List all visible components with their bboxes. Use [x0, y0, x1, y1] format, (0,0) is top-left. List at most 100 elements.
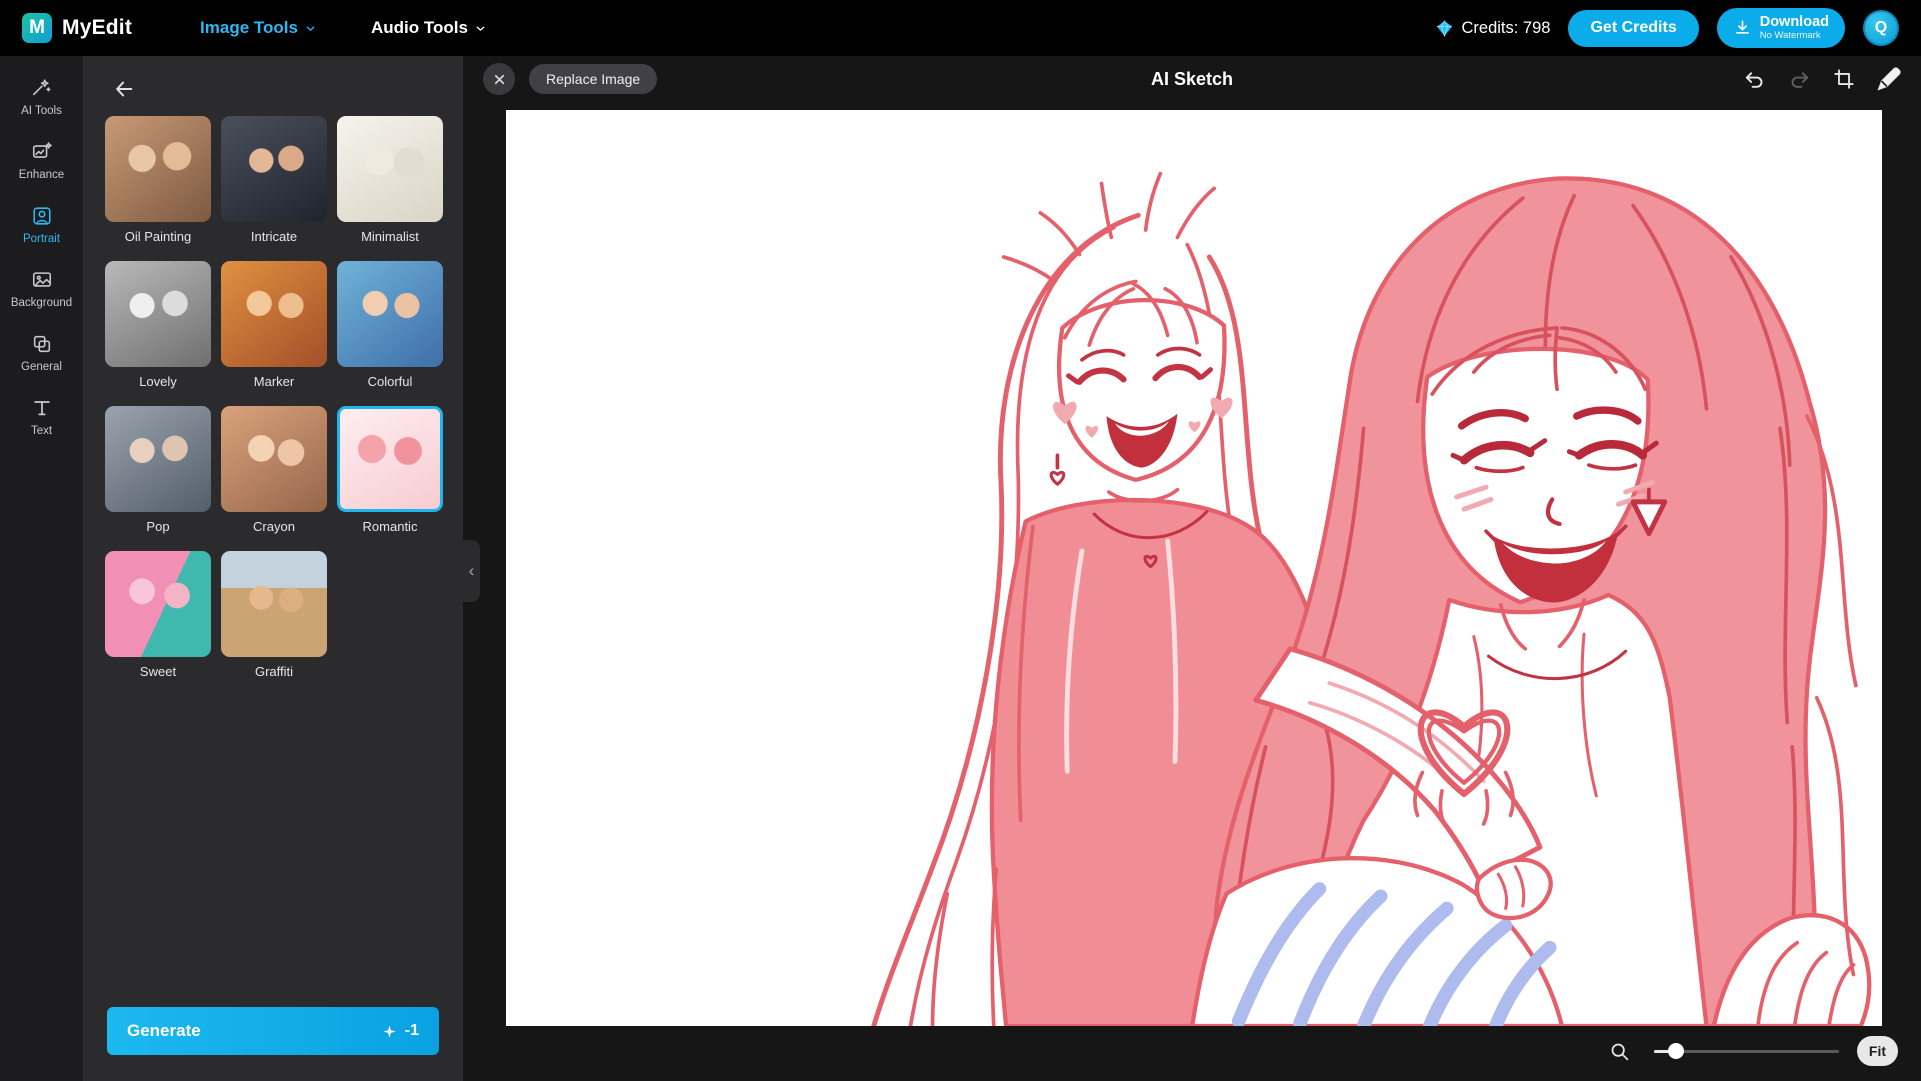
sidebar-item-label: AI Tools [21, 105, 62, 117]
sidebar-item-label: Enhance [19, 169, 64, 181]
style-label: Minimalist [361, 229, 419, 244]
generate-button[interactable]: Generate -1 [107, 1007, 439, 1055]
sidebar-item-label: Portrait [23, 233, 60, 245]
style-label: Lovely [139, 374, 177, 389]
chevron-down-icon [474, 22, 487, 35]
pen-tool-button[interactable] [1873, 63, 1905, 95]
sidebar-item-text[interactable]: Text [5, 388, 79, 444]
style-label: Marker [254, 374, 294, 389]
style-thumbnail [105, 261, 211, 367]
style-label: Intricate [251, 229, 297, 244]
nav-image-tools-label: Image Tools [200, 18, 298, 38]
style-label: Crayon [253, 519, 295, 534]
style-thumbnail [221, 406, 327, 512]
style-thumbnail [221, 261, 327, 367]
back-arrow-icon [113, 78, 135, 100]
generate-cost: -1 [405, 1022, 419, 1040]
style-thumbnail [105, 551, 211, 657]
canvas-toolbar [1738, 63, 1905, 95]
style-label: Sweet [140, 664, 176, 679]
styles-panel: Oil Painting Intricate Minimalist Lovely… [83, 56, 463, 1081]
style-option-graffiti[interactable]: Graffiti [221, 551, 327, 679]
style-option-marker[interactable]: Marker [221, 261, 327, 389]
style-option-intricate[interactable]: Intricate [221, 116, 327, 244]
style-thumbnail [337, 261, 443, 367]
brand-name: MyEdit [62, 16, 132, 40]
sparkle-icon [382, 1024, 397, 1039]
style-grid: Oil Painting Intricate Minimalist Lovely… [105, 116, 443, 679]
collapse-panel-handle[interactable]: ‹ [463, 540, 480, 602]
download-icon [1733, 19, 1752, 38]
credits-gem-icon [1435, 19, 1454, 38]
style-label: Oil Painting [125, 229, 191, 244]
style-thumbnail-selected [337, 406, 443, 512]
undo-icon [1743, 68, 1766, 91]
style-thumbnail [221, 551, 327, 657]
download-label: Download [1760, 15, 1829, 31]
sidebar-item-ai-tools[interactable]: AI Tools [5, 68, 79, 124]
style-label: Romantic [363, 519, 418, 534]
image-stage [506, 110, 1882, 1026]
zoom-search-button[interactable] [1604, 1035, 1636, 1067]
download-sublabel: No Watermark [1760, 31, 1821, 41]
zoom-slider-knob[interactable] [1668, 1043, 1684, 1059]
download-button[interactable]: Download No Watermark [1717, 8, 1845, 48]
style-option-romantic[interactable]: Romantic [337, 406, 443, 534]
style-thumbnail [105, 406, 211, 512]
style-option-oil-painting[interactable]: Oil Painting [105, 116, 211, 244]
text-icon [31, 397, 53, 419]
zoom-bar: Fit [1604, 1035, 1898, 1067]
sketch-illustration [506, 110, 1882, 1026]
sidebar-item-background[interactable]: Background [5, 260, 79, 316]
sidebar-item-general[interactable]: General [5, 324, 79, 380]
brand[interactable]: M MyEdit [22, 13, 132, 43]
canvas-area: Replace Image AI Sketch [463, 56, 1921, 1081]
sidebar-item-label: Text [31, 425, 52, 437]
magnifier-icon [1609, 1041, 1630, 1062]
download-text: Download No Watermark [1760, 15, 1829, 41]
credits-text: Credits: 798 [1462, 19, 1551, 38]
style-option-lovely[interactable]: Lovely [105, 261, 211, 389]
sidebar-item-enhance[interactable]: Enhance [5, 132, 79, 188]
top-nav: Image Tools Audio Tools [194, 17, 493, 39]
user-avatar[interactable]: Q [1863, 10, 1899, 46]
crop-icon [1833, 68, 1855, 90]
get-credits-button[interactable]: Get Credits [1568, 10, 1698, 47]
undo-button[interactable] [1738, 63, 1770, 95]
app-root: M MyEdit Image Tools Audio Tools Credits… [0, 0, 1921, 1081]
style-option-sweet[interactable]: Sweet [105, 551, 211, 679]
redo-button[interactable] [1783, 63, 1815, 95]
style-option-pop[interactable]: Pop [105, 406, 211, 534]
nav-audio-tools[interactable]: Audio Tools [365, 17, 493, 39]
style-label: Colorful [368, 374, 413, 389]
style-label: Pop [146, 519, 169, 534]
zoom-slider[interactable] [1654, 1035, 1839, 1067]
pen-icon [1875, 65, 1903, 93]
fit-button[interactable]: Fit [1857, 1036, 1898, 1066]
chevron-down-icon [304, 22, 317, 35]
generate-cost-group: -1 [382, 1022, 419, 1040]
style-option-minimalist[interactable]: Minimalist [337, 116, 443, 244]
topbar-right: Credits: 798 Get Credits Download No Wat… [1435, 8, 1900, 48]
enhance-image-icon [31, 141, 53, 163]
style-thumbnail [221, 116, 327, 222]
credits-display: Credits: 798 [1435, 19, 1551, 38]
magic-wand-icon [31, 77, 53, 99]
back-button[interactable] [107, 72, 141, 106]
nav-image-tools[interactable]: Image Tools [194, 17, 323, 39]
style-thumbnail [337, 116, 443, 222]
generate-label: Generate [127, 1021, 201, 1041]
page-title: AI Sketch [463, 69, 1921, 90]
sidebar-item-label: General [21, 361, 62, 373]
background-image-icon [31, 269, 53, 291]
portrait-icon [31, 205, 53, 227]
redo-icon [1788, 68, 1811, 91]
top-bar: M MyEdit Image Tools Audio Tools Credits… [0, 0, 1921, 56]
style-option-crayon[interactable]: Crayon [221, 406, 327, 534]
myedit-logo-icon: M [22, 13, 52, 43]
crop-button[interactable] [1828, 63, 1860, 95]
sidebar-item-portrait[interactable]: Portrait [5, 196, 79, 252]
style-option-colorful[interactable]: Colorful [337, 261, 443, 389]
sidebar-item-label: Background [11, 297, 72, 309]
nav-audio-tools-label: Audio Tools [371, 18, 468, 38]
